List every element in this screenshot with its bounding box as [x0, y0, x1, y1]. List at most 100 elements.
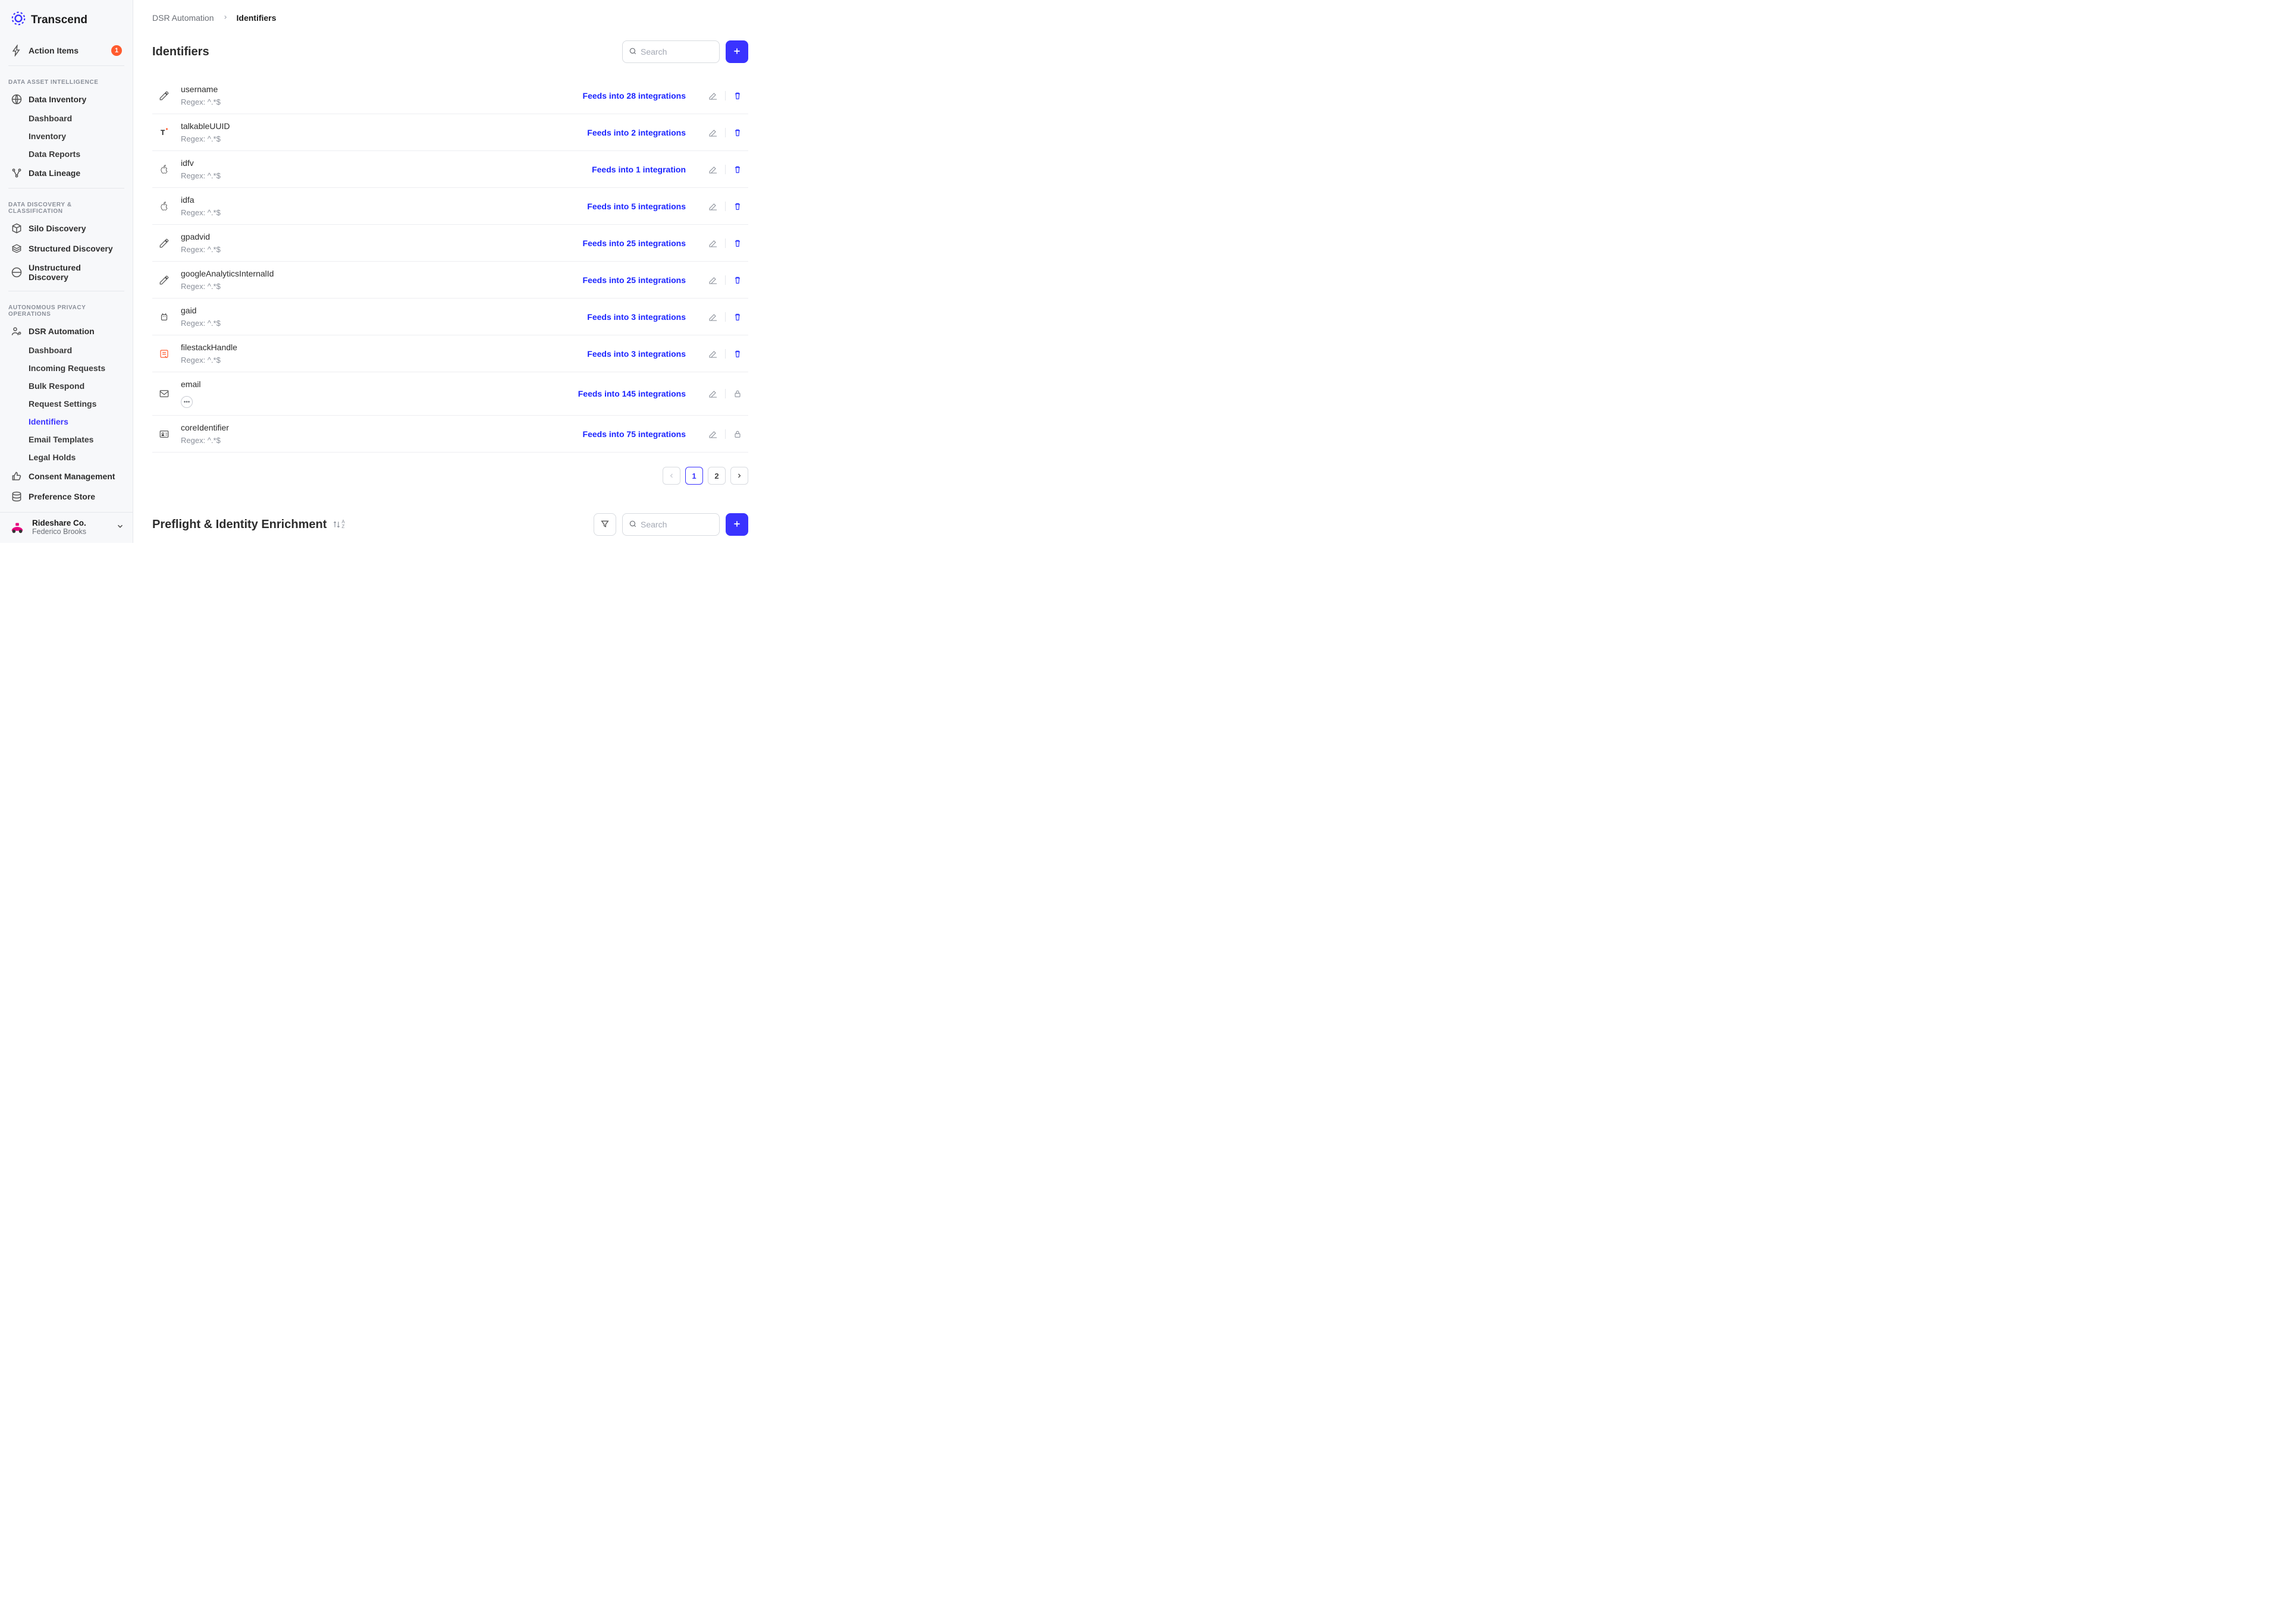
divider — [725, 202, 726, 211]
nav-dsr-bulk[interactable]: Bulk Respond — [0, 377, 133, 395]
page-title: Identifiers — [152, 45, 209, 59]
identifier-row[interactable]: coreIdentifier Regex: ^.*$ Feeds into 75… — [152, 416, 748, 453]
cube-icon — [11, 222, 23, 234]
feeds-into-link[interactable]: Feeds into 75 integrations — [583, 429, 686, 439]
edit-button[interactable] — [707, 388, 719, 400]
edit-button[interactable] — [707, 200, 719, 212]
search-icon — [629, 47, 637, 57]
apple-icon — [157, 199, 171, 213]
nav-data-inventory-reports[interactable]: Data Reports — [0, 145, 133, 163]
preflight-title: Preflight & Identity Enrichment — [152, 518, 327, 532]
nav-consent-management[interactable]: Consent Management — [0, 466, 133, 486]
nav-dsr-email-templates[interactable]: Email Templates — [0, 431, 133, 448]
identifier-row[interactable]: gpadvid Regex: ^.*$ Feeds into 25 integr… — [152, 225, 748, 262]
edit-button[interactable] — [707, 164, 719, 175]
identifiers-search-input[interactable] — [641, 47, 713, 56]
feeds-into-link[interactable]: Feeds into 28 integrations — [583, 91, 686, 100]
breadcrumb-parent[interactable]: DSR Automation — [152, 13, 214, 23]
action-items-badge: 1 — [111, 45, 122, 56]
page-2-button[interactable]: 2 — [708, 467, 726, 485]
edit-button[interactable] — [707, 348, 719, 360]
divider — [8, 65, 124, 66]
identifier-name: googleAnalyticsInternalId — [181, 269, 573, 278]
more-icon[interactable]: ••• — [181, 396, 193, 408]
org-switcher[interactable]: Rideshare Co. Federico Brooks — [0, 512, 133, 543]
page-1-button[interactable]: 1 — [685, 467, 703, 485]
nav-dsr-incoming[interactable]: Incoming Requests — [0, 359, 133, 377]
feeds-into-link[interactable]: Feeds into 1 integration — [592, 165, 686, 174]
delete-button[interactable] — [732, 127, 743, 139]
nav-preference-store[interactable]: Preference Store — [0, 486, 133, 507]
grid-cube-icon — [11, 243, 23, 255]
identifier-name: username — [181, 84, 573, 94]
identifiers-search[interactable] — [622, 40, 720, 63]
nav-dsr-legal-holds[interactable]: Legal Holds — [0, 448, 133, 466]
feeds-into-link[interactable]: Feeds into 3 integrations — [587, 312, 686, 322]
pencil-icon — [157, 236, 171, 250]
nav-dsr-dashboard[interactable]: Dashboard — [0, 341, 133, 359]
nav-dsr-automation[interactable]: DSR Automation — [0, 321, 133, 341]
feeds-into-link[interactable]: Feeds into 3 integrations — [587, 349, 686, 359]
feeds-into-link[interactable]: Feeds into 2 integrations — [587, 128, 686, 137]
search-icon — [629, 520, 637, 530]
add-identifier-button[interactable] — [726, 40, 748, 63]
identifier-row[interactable]: email ••• Feeds into 145 integrations — [152, 372, 748, 416]
feeds-into-link[interactable]: Feeds into 25 integrations — [583, 275, 686, 285]
divider — [8, 188, 124, 189]
brand-logo-icon — [11, 11, 26, 30]
edit-button[interactable] — [707, 127, 719, 139]
nav-structured-discovery[interactable]: Structured Discovery — [0, 238, 133, 259]
nav-silo-discovery[interactable]: Silo Discovery — [0, 218, 133, 238]
nav-dsr-request-settings[interactable]: Request Settings — [0, 395, 133, 413]
divider — [725, 429, 726, 439]
delete-button[interactable] — [732, 274, 743, 286]
edit-button[interactable] — [707, 428, 719, 440]
delete-button[interactable] — [732, 90, 743, 102]
preflight-filter-button[interactable] — [594, 513, 616, 536]
page-next-button[interactable] — [730, 467, 748, 485]
brand[interactable]: Transcend — [0, 0, 133, 40]
feeds-into-link[interactable]: Feeds into 145 integrations — [578, 389, 686, 398]
identifier-name: idfv — [181, 158, 582, 168]
edit-button[interactable] — [707, 274, 719, 286]
nav-unstructured-discovery[interactable]: Unstructured Discovery — [0, 259, 133, 286]
globe-gear-icon — [11, 266, 23, 278]
sort-icon[interactable]: AZ — [332, 520, 344, 529]
edit-button[interactable] — [707, 237, 719, 249]
delete-button[interactable] — [732, 237, 743, 249]
delete-button[interactable] — [732, 164, 743, 175]
preflight-search[interactable] — [622, 513, 720, 536]
nav-data-inventory[interactable]: Data Inventory — [0, 89, 133, 109]
nav-data-inventory-inventory[interactable]: Inventory — [0, 127, 133, 145]
preflight-search-input[interactable] — [641, 520, 713, 529]
edit-button[interactable] — [707, 90, 719, 102]
identifier-row[interactable]: username Regex: ^.*$ Feeds into 28 integ… — [152, 77, 748, 114]
mail-icon — [157, 387, 171, 401]
identifier-row[interactable]: gaid Regex: ^.*$ Feeds into 3 integratio… — [152, 299, 748, 335]
nav-data-inventory-dashboard[interactable]: Dashboard — [0, 109, 133, 127]
identifier-name: talkableUUID — [181, 121, 578, 131]
add-preflight-button[interactable] — [726, 513, 748, 536]
nav-data-lineage[interactable]: Data Lineage — [0, 163, 133, 183]
identifier-row[interactable]: idfa Regex: ^.*$ Feeds into 5 integratio… — [152, 188, 748, 225]
feeds-into-link[interactable]: Feeds into 5 integrations — [587, 202, 686, 211]
delete-button[interactable] — [732, 348, 743, 360]
delete-button[interactable] — [732, 200, 743, 212]
divider — [725, 275, 726, 285]
page-prev-button[interactable] — [663, 467, 680, 485]
identifier-name: filestackHandle — [181, 343, 578, 352]
identifier-row[interactable]: talkableUUID Regex: ^.*$ Feeds into 2 in… — [152, 114, 748, 151]
divider — [725, 91, 726, 100]
identifier-row[interactable]: filestackHandle Regex: ^.*$ Feeds into 3… — [152, 335, 748, 372]
identifier-row[interactable]: idfv Regex: ^.*$ Feeds into 1 integratio… — [152, 151, 748, 188]
nav-dsr-identifiers[interactable]: Identifiers — [0, 413, 133, 431]
lineage-icon — [11, 167, 23, 179]
identifier-row[interactable]: googleAnalyticsInternalId Regex: ^.*$ Fe… — [152, 262, 748, 299]
edit-button[interactable] — [707, 311, 719, 323]
feeds-into-link[interactable]: Feeds into 25 integrations — [583, 238, 686, 248]
org-name: Rideshare Co. — [32, 519, 86, 527]
identifier-regex: Regex: ^.*$ — [181, 356, 578, 365]
identifier-regex: Regex: ^.*$ — [181, 98, 573, 106]
nav-action-items[interactable]: Action Items 1 — [0, 40, 133, 61]
delete-button[interactable] — [732, 311, 743, 323]
